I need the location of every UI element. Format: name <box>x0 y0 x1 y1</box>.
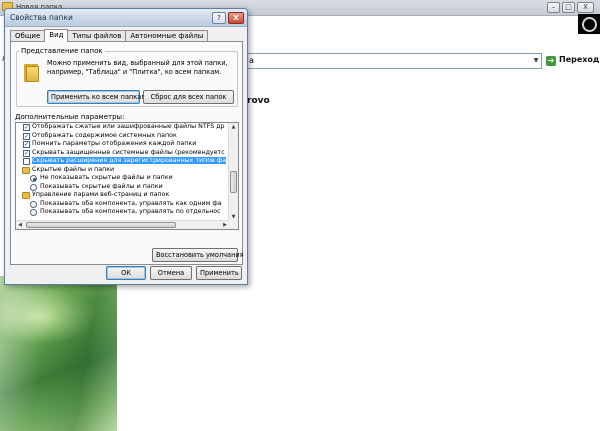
folder-views-label: Представление папок <box>19 47 105 55</box>
vertical-scrollbar[interactable]: ▲ ▼ <box>228 123 238 221</box>
setting-hide-protected-os-files[interactable]: ✓ Скрывать защищенные системные файлы (р… <box>16 149 229 158</box>
option-manage-as-single[interactable]: Показывать оба компонента, управлять как… <box>16 200 229 209</box>
horizontal-scrollbar[interactable]: ◀ ▶ <box>16 220 229 229</box>
apply-button[interactable]: Применить <box>196 266 242 280</box>
address-dropdown-icon[interactable]: ▼ <box>531 54 541 68</box>
folder-views-description: Можно применить вид, выбранный для этой … <box>47 59 228 76</box>
window-controls: – □ X <box>547 2 594 13</box>
setting-hide-extensions[interactable]: Скрывать расширения для зарегистрированн… <box>16 157 229 166</box>
scrollbar-thumb[interactable] <box>230 171 237 193</box>
desktop-wallpaper <box>0 276 117 431</box>
group-hidden-files: Скрытые файлы и папки <box>16 166 229 175</box>
setting-show-ntfs-color[interactable]: ✓ Отображать сжатые или зашифрованные фа… <box>16 123 229 132</box>
checkbox-unchecked[interactable] <box>23 158 30 165</box>
dialog-close-button[interactable]: X <box>228 12 244 24</box>
scrollbar-thumb[interactable] <box>26 222 176 228</box>
minimize-button[interactable]: – <box>547 2 560 13</box>
help-button[interactable]: ? <box>212 12 226 24</box>
option-dont-show-hidden[interactable]: Не показывать скрытые файлы и папки <box>16 174 229 183</box>
checkbox-checked[interactable]: ✓ <box>23 141 30 148</box>
advanced-settings-tree[interactable]: ✓ Отображать сжатые или зашифрованные фа… <box>15 122 239 230</box>
folder-icon <box>24 62 40 82</box>
checkbox-checked[interactable]: ✓ <box>23 132 30 140</box>
advanced-settings-label: Дополнительные параметры: <box>15 113 125 121</box>
group-web-page-pairs: Управление парами веб-страниц и папок <box>16 191 229 200</box>
view-tab-panel: Представление папок Можно применить вид,… <box>10 41 244 265</box>
folder-icon <box>22 192 30 199</box>
address-bar-input[interactable]: а ▼ <box>244 53 542 69</box>
setting-remember-view[interactable]: ✓ Помнить параметры отображения каждой п… <box>16 140 229 149</box>
folder-options-dialog: Свойства папки ? X Общие Вид Типы файлов… <box>4 8 248 285</box>
cancel-button[interactable]: Отмена <box>150 266 192 280</box>
radio-unselected[interactable] <box>30 183 37 191</box>
checkbox-checked[interactable]: ✓ <box>23 149 30 157</box>
radio-unselected[interactable] <box>30 200 37 208</box>
dialog-title: Свойства папки <box>10 13 73 22</box>
go-button-label[interactable]: Переход <box>559 55 599 64</box>
close-button[interactable]: X <box>577 2 594 13</box>
radio-selected[interactable] <box>30 175 37 182</box>
radio-unselected[interactable] <box>30 209 37 216</box>
reset-all-folders-button[interactable]: Сброс для всех папок <box>143 90 234 104</box>
restore-defaults-button[interactable]: Восстановить умолчания <box>152 248 244 262</box>
windows-brand-logo-icon <box>578 14 600 34</box>
apply-to-all-folders-button[interactable]: Применить ко всем папкам <box>47 90 146 104</box>
go-arrow-icon[interactable]: ➔ <box>546 56 556 66</box>
option-manage-separately[interactable]: Показывать оба компонента, управлять по … <box>16 208 229 217</box>
folder-icon <box>22 166 30 174</box>
dialog-titlebar: Свойства папки ? X <box>5 9 247 27</box>
address-value: а <box>249 56 254 65</box>
option-show-hidden[interactable]: Показывать скрытые файлы и папки <box>16 183 229 192</box>
scroll-left-icon[interactable]: ◀ <box>16 221 24 229</box>
setting-show-system-folders[interactable]: ✓ Отображать содержимое системных папок <box>16 132 229 141</box>
folder-views-group: Представление папок Можно применить вид,… <box>16 47 238 107</box>
scroll-corner <box>228 220 238 229</box>
tab-view[interactable]: Вид <box>44 29 69 42</box>
advanced-settings-list: ✓ Отображать сжатые или зашифрованные фа… <box>16 123 229 221</box>
ok-button[interactable]: ОК <box>106 266 146 280</box>
background-page-heading: rovo <box>247 96 270 106</box>
checkbox-checked[interactable]: ✓ <box>23 124 30 131</box>
scroll-up-icon[interactable]: ▲ <box>229 123 238 131</box>
maximize-button[interactable]: □ <box>562 2 575 13</box>
